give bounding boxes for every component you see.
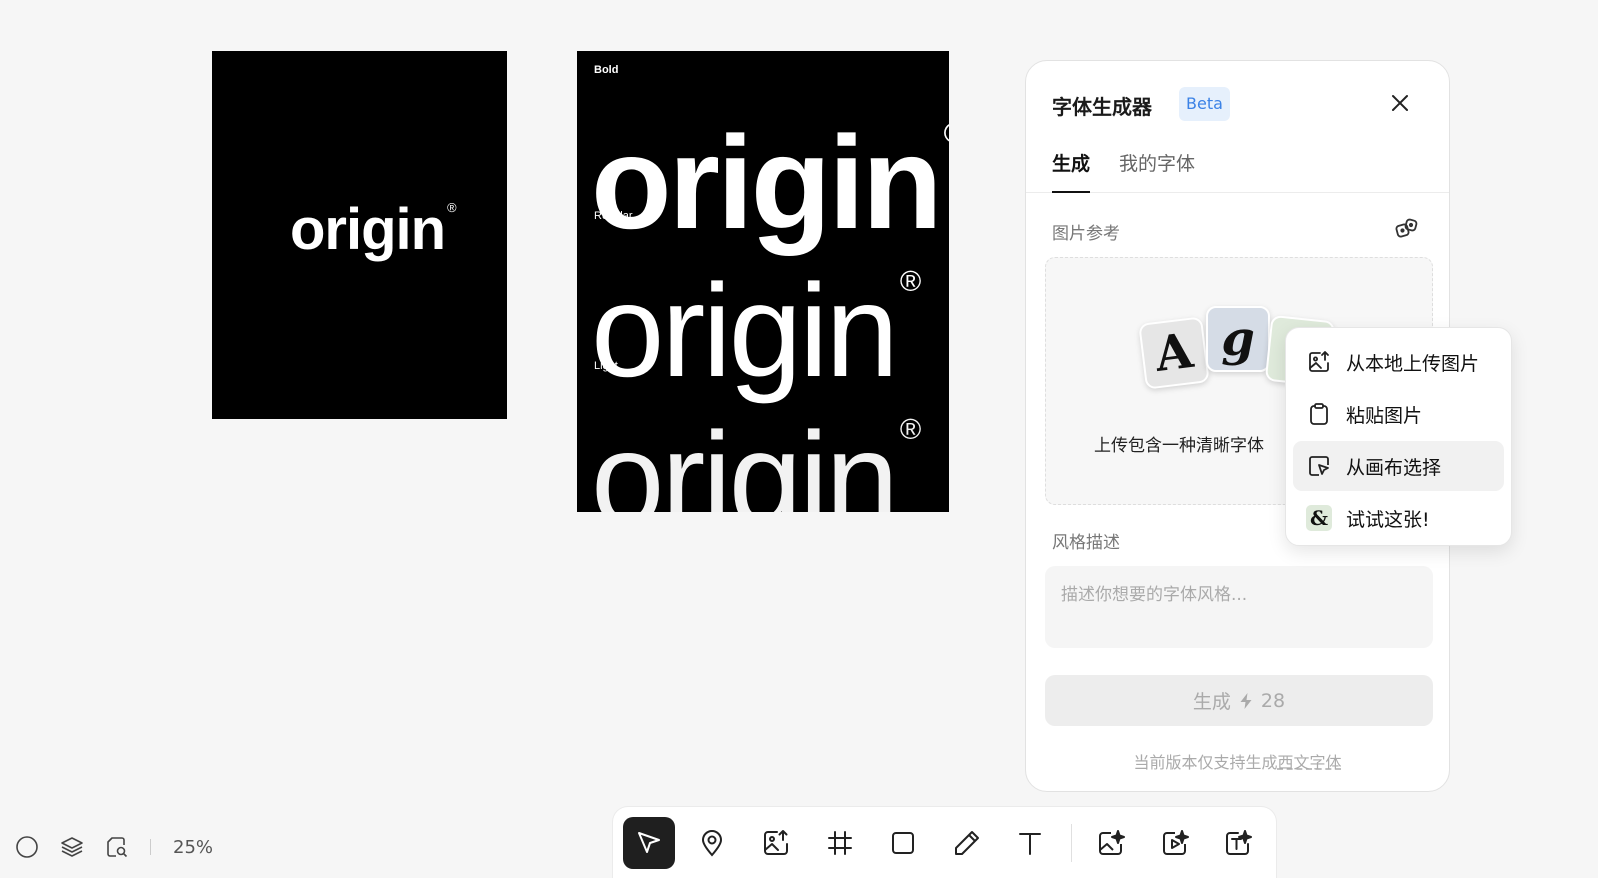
image-upload-icon [763, 829, 788, 855]
wordmark-regular: origin ® [591, 257, 921, 404]
logo-wordmark: origin ® [290, 197, 457, 262]
footnote-link-western-fonts[interactable]: 西文字体 [1278, 753, 1342, 772]
bottom-left-controls: 25% [15, 832, 213, 862]
menu-item-upload-local[interactable]: 从本地上传图片 [1293, 337, 1504, 387]
ai-image-icon [1098, 829, 1125, 855]
select-icon [637, 831, 660, 853]
circle-icon[interactable] [15, 835, 39, 859]
sample-tile-a: A [1138, 316, 1210, 390]
bottom-toolbar [612, 806, 1277, 878]
tab-generate[interactable]: 生成 [1052, 149, 1091, 193]
tool-image-upload[interactable] [750, 817, 802, 869]
generate-button[interactable]: 生成 28 [1045, 675, 1433, 726]
menu-item-try-sample[interactable]: & 试试这张! [1293, 493, 1504, 543]
lightning-icon [1240, 692, 1252, 709]
frame-grid-icon [827, 830, 852, 855]
image-reference-label: 图片参考 [1052, 224, 1120, 244]
ai-video-icon [1162, 829, 1189, 855]
tool-select[interactable] [623, 816, 675, 869]
asset-search-icon[interactable] [105, 835, 129, 859]
menu-item-label: 粘贴图片 [1346, 404, 1423, 427]
weight-label-light: Light [594, 360, 618, 372]
tool-pencil[interactable] [941, 817, 993, 869]
artboard-origin-logo[interactable]: origin ® [212, 51, 507, 419]
dice-icon[interactable] [1394, 216, 1420, 242]
divider [150, 839, 151, 855]
text-icon [1019, 832, 1042, 855]
clipboard-icon [1310, 403, 1328, 425]
wordmark-light: origin ® [591, 405, 921, 513]
style-description-label: 风格描述 [1052, 533, 1120, 553]
close-icon[interactable] [1388, 91, 1412, 115]
weight-label-regular: Regular [594, 210, 633, 222]
panel-title: 字体生成器 [1052, 95, 1152, 119]
menu-item-select-from-canvas[interactable]: 从画布选择 [1293, 441, 1504, 491]
canvas-select-icon [1309, 456, 1329, 476]
pencil-icon [954, 830, 979, 855]
menu-item-label: 试试这张! [1346, 508, 1430, 531]
sample-tile-g: g [1206, 306, 1270, 372]
image-upload-icon [1309, 351, 1329, 372]
generate-cost: 28 [1260, 689, 1286, 712]
beta-badge: Beta [1179, 87, 1230, 121]
footnote-text: 当前版本仅支持生成 [1133, 753, 1278, 772]
location-pin-icon [702, 829, 723, 857]
tool-ai-text[interactable] [1212, 817, 1264, 869]
zoom-level[interactable]: 25% [173, 837, 213, 858]
tool-rectangle[interactable] [877, 817, 929, 869]
ai-text-icon [1226, 829, 1253, 855]
tool-text[interactable] [1005, 817, 1057, 869]
ampersand-sample-icon: & [1306, 505, 1332, 531]
generate-label: 生成 [1192, 691, 1231, 713]
panel-tabs: 生成 我的字体 [1026, 149, 1449, 193]
layers-icon[interactable] [60, 835, 84, 859]
tool-location[interactable] [687, 817, 739, 869]
tab-my-fonts[interactable]: 我的字体 [1119, 149, 1195, 193]
style-description-input[interactable] [1045, 566, 1433, 648]
tool-ai-image[interactable] [1085, 817, 1137, 869]
menu-item-paste-image[interactable]: 粘贴图片 [1293, 389, 1504, 439]
tool-ai-video[interactable] [1149, 817, 1201, 869]
footnote: 当前版本仅支持生成西文字体 [1026, 749, 1449, 773]
tool-frame[interactable] [814, 817, 866, 869]
rectangle-icon [892, 831, 915, 854]
upload-options-menu: 从本地上传图片 粘贴图片 从画布选择 & 试试这张! [1285, 327, 1512, 546]
weight-label-bold: Bold [594, 64, 619, 76]
wordmark-bold: origin® [591, 109, 949, 256]
menu-item-label: 从本地上传图片 [1346, 352, 1480, 375]
artboard-font-weights[interactable]: Bold origin® Regular origin® Light origi… [577, 51, 949, 512]
menu-item-label: 从画布选择 [1346, 456, 1442, 479]
upload-hint: 上传包含一种清晰字体 [1094, 436, 1264, 456]
toolbar-divider [1071, 823, 1073, 862]
